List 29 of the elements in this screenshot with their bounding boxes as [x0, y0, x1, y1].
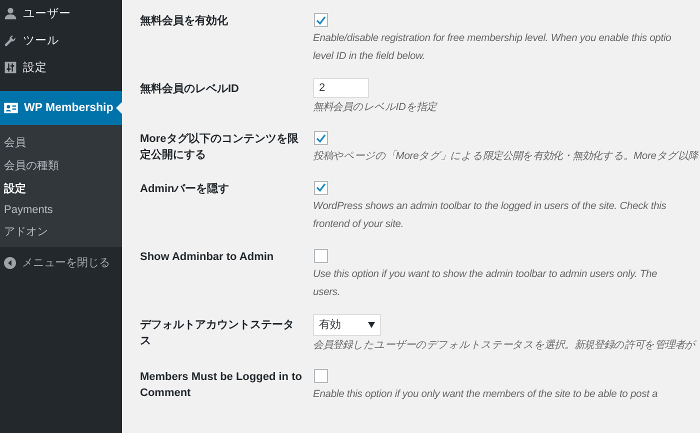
- menu-item[interactable]: ツール: [0, 27, 122, 54]
- setting-description: WordPress shows an admin toolbar to the logged in users of the site. Check this: [313, 200, 666, 214]
- setting-description: 会員登録したユーザーのデフォルトステータスを選択。新規登録の許可を管理者が: [313, 338, 696, 353]
- menu-item[interactable]: ユーザー: [0, 0, 122, 27]
- submenu-item[interactable]: 会員の種類: [0, 154, 122, 177]
- setting-description: level ID in the field below.: [313, 50, 425, 64]
- submenu-item[interactable]: 設定: [0, 177, 122, 200]
- setting-label: Show Adminbar to Admin: [140, 250, 275, 265]
- setting-description: Enable/disable registration for free membership level. When you enable this optio: [313, 32, 672, 46]
- setting-description: frontend of your site.: [313, 218, 404, 232]
- setting-description: users.: [313, 286, 340, 300]
- setting-description: Enable this option if you only want the members of the site to be able to post a: [313, 388, 658, 402]
- setting-label: Moreタグ以下のコンテンツを限定公開にする: [140, 132, 300, 164]
- setting-label: 無料会員を有効化: [140, 14, 229, 29]
- setting-label: Members Must be Logged in to Comment: [140, 370, 303, 402]
- menu-item[interactable]: WP Membership: [0, 91, 122, 125]
- status-dropdown[interactable]: 有効: [313, 314, 381, 336]
- setting-description: Use this option if you want to show the admin toolbar to admin users only. The: [313, 268, 658, 282]
- menu-item[interactable]: 設定: [0, 54, 122, 81]
- setting-label: Adminバーを隠す: [140, 182, 230, 197]
- submenu-item[interactable]: アドオン: [0, 220, 122, 243]
- submenu-item[interactable]: Payments: [0, 200, 122, 220]
- submenu-item[interactable]: 会員: [0, 131, 122, 154]
- setting-label: 無料会員のレベルID: [140, 82, 240, 97]
- setting-description: 投稿やページの「Moreタグ」による限定公開を有効化・無効化する。Moreタグ以降: [313, 149, 698, 164]
- setting-description: 無料会員のレベルIDを指定: [313, 100, 436, 115]
- level-id-input[interactable]: 2: [313, 78, 369, 98]
- setting-label: デフォルトアカウントステータス: [140, 318, 295, 349]
- collapse-menu-button[interactable]: メニューを閉じる: [0, 247, 122, 278]
